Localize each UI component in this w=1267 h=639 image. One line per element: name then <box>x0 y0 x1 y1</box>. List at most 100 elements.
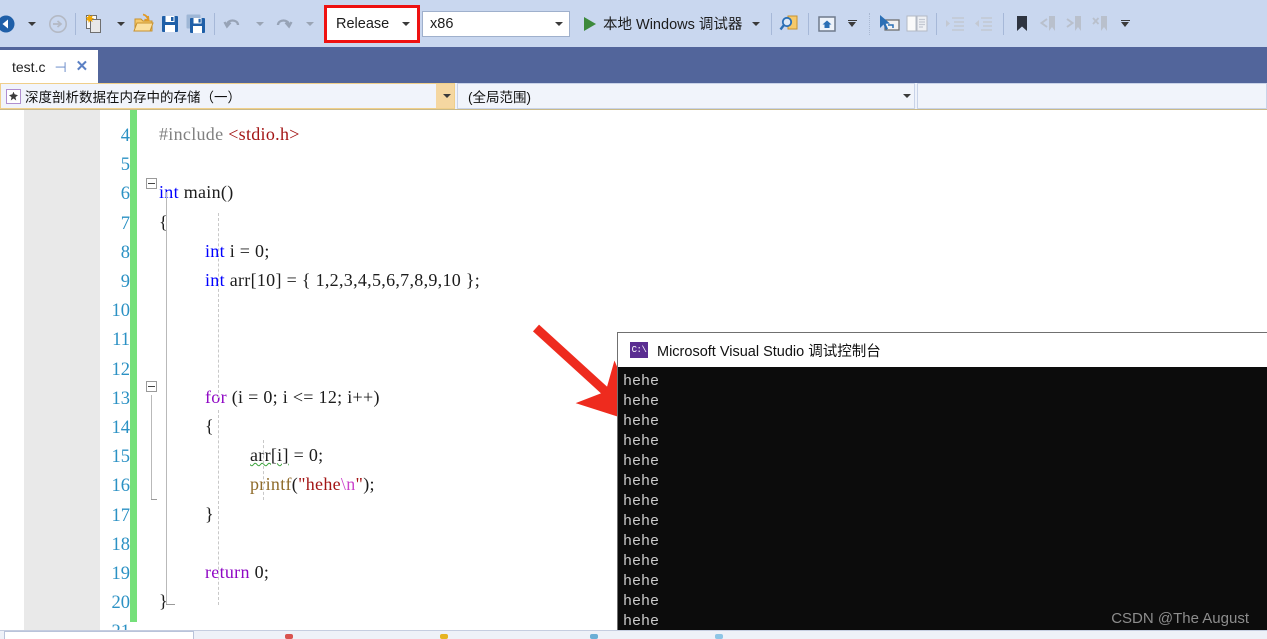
code-token: 0; <box>249 562 270 582</box>
clear-bookmarks-button[interactable] <box>1087 10 1113 38</box>
chevron-down-icon[interactable] <box>896 84 914 108</box>
bookmarks-overflow[interactable] <box>1113 10 1137 38</box>
code-line[interactable]: arr[i] = 0; <box>250 446 323 464</box>
undo-dropdown[interactable] <box>246 10 270 38</box>
chevron-down-icon <box>116 21 125 26</box>
indent-guide-1 <box>218 213 219 398</box>
previous-bookmark-icon <box>1040 15 1056 31</box>
compare-files-button[interactable] <box>903 10 931 38</box>
console-output-line: hehe <box>623 593 660 610</box>
toolbar-separator <box>869 12 871 35</box>
tab-test-c[interactable]: test.c ⊣ ✕ <box>0 50 99 83</box>
code-line[interactable]: for (i = 0; i <= 12; i++) <box>205 388 380 406</box>
tab-label: test.c <box>12 58 46 75</box>
play-icon <box>584 16 596 31</box>
new-item-button[interactable] <box>81 10 107 38</box>
code-token: i = 0; <box>224 240 270 261</box>
member-selector-combo[interactable] <box>917 83 1267 109</box>
bottom-tool-window-strip[interactable] <box>0 630 1267 639</box>
navigate-forward-button[interactable] <box>46 10 70 38</box>
outline-end-main <box>166 604 175 605</box>
editor-breakpoint-margin[interactable] <box>24 110 100 631</box>
solution-platform-combo[interactable]: x86 <box>422 10 570 37</box>
redo-icon <box>276 18 293 28</box>
code-token: } <box>205 503 214 524</box>
redo-dropdown[interactable] <box>296 10 320 38</box>
code-token: ); <box>363 474 375 495</box>
error-list-tab[interactable] <box>4 631 194 639</box>
code-token: arr[10] = { 1,2,3,4,5,6,7,8,9,10 }; <box>224 270 481 290</box>
editor-selection-margin <box>0 110 24 631</box>
redo-button[interactable] <box>270 10 296 38</box>
clear-bookmarks-icon <box>1092 15 1108 31</box>
solution-configuration-combo[interactable]: Release <box>328 10 416 37</box>
console-title-bar[interactable]: C:\ Microsoft Visual Studio 调试控制台 <box>618 333 1267 367</box>
line-number: 18 <box>111 534 131 555</box>
fold-toggle-main[interactable] <box>146 178 157 189</box>
scope-selector-combo[interactable]: (全局范围) <box>457 83 915 109</box>
chevron-down-icon <box>255 21 264 26</box>
editor-navigation-bar: 深度剖析数据在内存中的存储（一） (全局范围) <box>0 83 1267 109</box>
find-in-files-icon <box>779 15 798 30</box>
chevron-down-icon[interactable] <box>436 84 454 108</box>
home-window-button[interactable] <box>814 10 840 38</box>
code-token: return <box>205 562 250 582</box>
previous-bookmark-button[interactable] <box>1035 10 1061 38</box>
code-line[interactable]: printf("hehe\n"); <box>250 475 375 493</box>
code-line[interactable]: int i = 0; <box>205 242 270 260</box>
code-line[interactable]: int main() <box>159 183 234 201</box>
console-output-area[interactable]: hehe hehe hehe hehe hehe hehe hehe hehe hehe hehe… <box>618 367 1267 639</box>
code-line[interactable]: { <box>205 417 214 435</box>
home-window-overflow[interactable] <box>840 10 864 38</box>
code-line[interactable]: } <box>205 505 214 523</box>
main-toolbar: Release x86 本地 Windows 调试器 <box>0 0 1267 47</box>
line-number: 11 <box>112 330 130 351</box>
toolbar-overflow-icon <box>1120 20 1130 27</box>
line-number: 15 <box>111 447 131 468</box>
line-number: 7 <box>120 213 130 234</box>
message-indicator-icon <box>590 634 598 639</box>
open-file-button[interactable] <box>131 10 157 38</box>
undo-button[interactable] <box>220 10 246 38</box>
line-number: 4 <box>120 126 130 146</box>
find-in-files-button[interactable] <box>777 10 803 38</box>
chevron-down-icon <box>402 21 410 26</box>
chevron-down-icon <box>555 21 563 26</box>
console-output-line: hehe <box>623 573 660 590</box>
decrease-indent-icon <box>975 16 993 31</box>
code-line[interactable]: #include <stdio.h> <box>159 125 300 143</box>
code-line[interactable]: return 0; <box>205 563 269 581</box>
line-number: 6 <box>120 184 130 205</box>
bookmark-icon <box>1017 15 1028 31</box>
save-button[interactable] <box>157 10 183 38</box>
next-bookmark-button[interactable] <box>1061 10 1087 38</box>
decrease-indent-button[interactable] <box>970 10 998 38</box>
navigate-back-icon <box>0 15 15 32</box>
increase-indent-button[interactable] <box>942 10 970 38</box>
build-indicator-icon <box>715 634 723 639</box>
console-output-line: hehe <box>623 493 660 510</box>
indent-guide-3 <box>263 440 264 500</box>
navigate-back-dropdown[interactable] <box>18 10 42 38</box>
pin-tab-icon[interactable]: ⊣ <box>54 60 66 74</box>
console-output-line: hehe <box>623 433 660 450</box>
select-tool-button[interactable] <box>875 10 903 38</box>
navigate-back-button[interactable] <box>0 10 18 38</box>
code-token: <stdio.h> <box>228 124 300 144</box>
code-line[interactable]: int arr[10] = { 1,2,3,4,5,6,7,8,9,10 }; <box>205 271 480 289</box>
toggle-bookmark-button[interactable] <box>1009 10 1035 38</box>
fold-toggle-for[interactable] <box>146 381 157 392</box>
close-tab-icon[interactable]: ✕ <box>76 59 89 74</box>
project-selector-combo[interactable]: 深度剖析数据在内存中的存储（一） <box>0 83 455 109</box>
start-debugging-button[interactable]: 本地 Windows 调试器 <box>576 10 766 38</box>
increase-indent-icon <box>946 16 965 31</box>
line-number: 20 <box>111 593 131 614</box>
console-output-line: hehe <box>623 533 660 550</box>
new-item-dropdown[interactable] <box>107 10 131 38</box>
line-number: 19 <box>111 564 131 584</box>
toolbar-separator <box>75 12 76 35</box>
debug-console-window[interactable]: C:\ Microsoft Visual Studio 调试控制台 hehe he… <box>617 332 1267 639</box>
save-all-button[interactable] <box>183 10 209 38</box>
error-indicator-icon <box>285 634 293 639</box>
code-token: = 0; <box>288 445 324 466</box>
